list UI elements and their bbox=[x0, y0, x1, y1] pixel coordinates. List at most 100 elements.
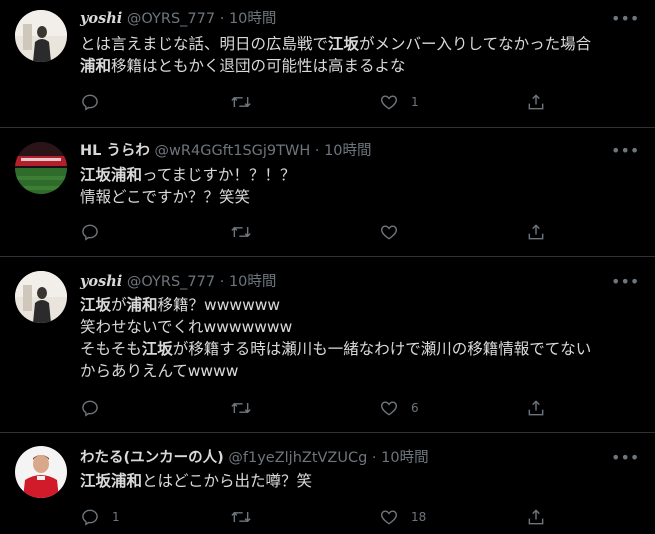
text-segment: が移籍する時は瀬川も一緒なわけで瀬川の移籍情報でてない bbox=[172, 340, 592, 358]
share-button[interactable] bbox=[526, 220, 546, 244]
user-handle[interactable]: @wR4GGft1SGj9TWH bbox=[155, 143, 311, 159]
share-icon bbox=[526, 222, 546, 242]
highlight-text: 江坂浦和 bbox=[80, 166, 143, 184]
more-icon[interactable]: ••• bbox=[611, 449, 639, 467]
share-icon bbox=[526, 507, 546, 527]
retweet-button[interactable] bbox=[230, 505, 264, 529]
highlight-text: 江坂 bbox=[80, 296, 112, 314]
retweet-icon bbox=[230, 398, 252, 418]
reply-button[interactable]: 1 bbox=[80, 505, 120, 529]
tweet-line: 江坂浦和とはどこから出た噂？笑 bbox=[80, 470, 635, 492]
tweet-header: わたる(ユンカーの人) @f1yeZljhZtVZUCg · 10時間 bbox=[80, 447, 605, 469]
tweet[interactable]: わたる(ユンカーの人) @f1yeZljhZtVZUCg · 10時間 ••• … bbox=[0, 433, 655, 534]
highlight-text: 江坂 bbox=[141, 340, 173, 358]
avatar[interactable] bbox=[15, 446, 67, 498]
share-button[interactable] bbox=[526, 396, 546, 420]
more-icon[interactable]: ••• bbox=[611, 10, 639, 28]
tweet-line: からありえんてwwww bbox=[80, 360, 635, 382]
display-name[interactable]: yoshi bbox=[80, 10, 122, 27]
avatar[interactable] bbox=[15, 10, 67, 62]
user-handle[interactable]: @OYRS_777 bbox=[127, 274, 215, 290]
retweet-icon bbox=[230, 222, 252, 242]
like-icon bbox=[379, 222, 399, 242]
tweet-header: yoshi @OYRS_777 · 10時間 bbox=[80, 271, 605, 293]
tweet-line: 情報どこですか？？笑笑 bbox=[80, 186, 635, 208]
highlight-text: 江坂浦和 bbox=[80, 472, 143, 490]
display-name[interactable]: わたる(ユンカーの人) bbox=[80, 450, 224, 466]
tweet-header: yoshi @OYRS_777 · 10時間 bbox=[80, 8, 605, 30]
tweet-text: 江坂が浦和移籍？wwwwww 笑わせないでくれwwwwwww そもそも江坂が移籍… bbox=[80, 294, 635, 382]
reply-icon bbox=[80, 92, 100, 112]
text-segment: そもそも bbox=[80, 340, 142, 358]
avatar[interactable] bbox=[15, 271, 67, 323]
tweet-text: 江坂浦和ってまじすか！？！？ 情報どこですか？？笑笑 bbox=[80, 164, 635, 208]
tweet-text: とは言えまじな話、明日の広島戦で江坂がメンバー入りしてなかった場合 浦和移籍はと… bbox=[80, 33, 635, 77]
retweet-button[interactable] bbox=[230, 90, 264, 114]
timestamp[interactable]: 10時間 bbox=[324, 143, 371, 159]
like-icon bbox=[379, 398, 399, 418]
share-button[interactable] bbox=[526, 90, 546, 114]
like-count: 18 bbox=[411, 510, 427, 524]
display-name[interactable]: HL うらわ bbox=[80, 143, 150, 159]
tweet-line: とは言えまじな話、明日の広島戦で江坂がメンバー入りしてなかった場合 bbox=[80, 33, 635, 55]
reply-button[interactable] bbox=[80, 220, 112, 244]
text-segment: がメンバー入りしてなかった場合 bbox=[359, 35, 592, 53]
tweet-line: 江坂が浦和移籍？wwwwww bbox=[80, 294, 635, 316]
more-icon[interactable]: ••• bbox=[611, 142, 639, 160]
tweet-actions: 1 bbox=[80, 90, 550, 114]
more-icon[interactable]: ••• bbox=[611, 273, 639, 291]
tweet-header: HL うらわ @wR4GGft1SGj9TWH · 10時間 bbox=[80, 140, 605, 162]
like-button[interactable] bbox=[379, 220, 411, 244]
reply-icon bbox=[80, 507, 100, 527]
timestamp[interactable]: 10時間 bbox=[229, 274, 276, 290]
share-button[interactable] bbox=[526, 505, 546, 529]
retweet-button[interactable] bbox=[230, 396, 264, 420]
text-segment: とはどこから出た噂？笑 bbox=[142, 472, 313, 490]
text-segment: 移籍？wwwwww bbox=[157, 296, 281, 314]
separator-dot: · bbox=[371, 450, 377, 466]
highlight-text: 浦和 bbox=[80, 57, 112, 75]
tweet-actions: 1 18 bbox=[80, 505, 550, 529]
share-icon bbox=[526, 92, 546, 112]
timestamp[interactable]: 10時間 bbox=[381, 450, 428, 466]
like-button[interactable]: 18 bbox=[379, 505, 426, 529]
highlight-text: 江坂 bbox=[328, 35, 360, 53]
tweet-actions bbox=[80, 220, 550, 244]
user-handle[interactable]: @OYRS_777 bbox=[127, 11, 215, 27]
separator-dot: · bbox=[219, 11, 225, 27]
like-button[interactable]: 1 bbox=[379, 90, 419, 114]
share-icon bbox=[526, 398, 546, 418]
timestamp[interactable]: 10時間 bbox=[229, 11, 276, 27]
avatar[interactable] bbox=[15, 142, 67, 194]
retweet-button[interactable] bbox=[230, 220, 264, 244]
like-button[interactable]: 6 bbox=[379, 396, 419, 420]
text-segment: 情報どこですか？？笑笑 bbox=[80, 188, 251, 206]
separator-dot: · bbox=[219, 274, 225, 290]
text-segment: とは言えまじな話、明日の広島戦で bbox=[80, 35, 329, 53]
text-segment: ってまじすか！？！？ bbox=[142, 166, 296, 184]
tweet[interactable]: yoshi @OYRS_777 · 10時間 ••• とは言えまじな話、明日の広… bbox=[0, 0, 655, 128]
retweet-icon bbox=[230, 92, 252, 112]
tweet-actions: 6 bbox=[80, 396, 550, 420]
text-segment: からありえんてwwww bbox=[80, 362, 239, 380]
tweet-line: 浦和移籍はともかく退団の可能性は高まるよな bbox=[80, 55, 635, 77]
tweet[interactable]: yoshi @OYRS_777 · 10時間 ••• 江坂が浦和移籍？wwwww… bbox=[0, 257, 655, 433]
reply-count: 1 bbox=[112, 510, 120, 524]
text-segment: 移籍はともかく退団の可能性は高まるよな bbox=[111, 57, 406, 75]
like-icon bbox=[379, 92, 399, 112]
tweet[interactable]: HL うらわ @wR4GGft1SGj9TWH · 10時間 ••• 江坂浦和っ… bbox=[0, 128, 655, 257]
reply-icon bbox=[80, 398, 100, 418]
tweet-line: 笑わせないでくれwwwwwww bbox=[80, 316, 635, 338]
reply-icon bbox=[80, 222, 100, 242]
display-name[interactable]: yoshi bbox=[80, 273, 122, 290]
tweet-line: そもそも江坂が移籍する時は瀬川も一緒なわけで瀬川の移籍情報でてない bbox=[80, 338, 635, 360]
user-handle[interactable]: @f1yeZljhZtVZUCg bbox=[228, 450, 367, 466]
like-count: 1 bbox=[411, 95, 419, 109]
tweet-text: 江坂浦和とはどこから出た噂？笑 bbox=[80, 470, 635, 492]
separator-dot: · bbox=[314, 143, 320, 159]
like-icon bbox=[379, 507, 399, 527]
reply-button[interactable] bbox=[80, 396, 112, 420]
highlight-text: 浦和 bbox=[126, 296, 158, 314]
text-segment: が bbox=[111, 296, 127, 314]
reply-button[interactable] bbox=[80, 90, 112, 114]
